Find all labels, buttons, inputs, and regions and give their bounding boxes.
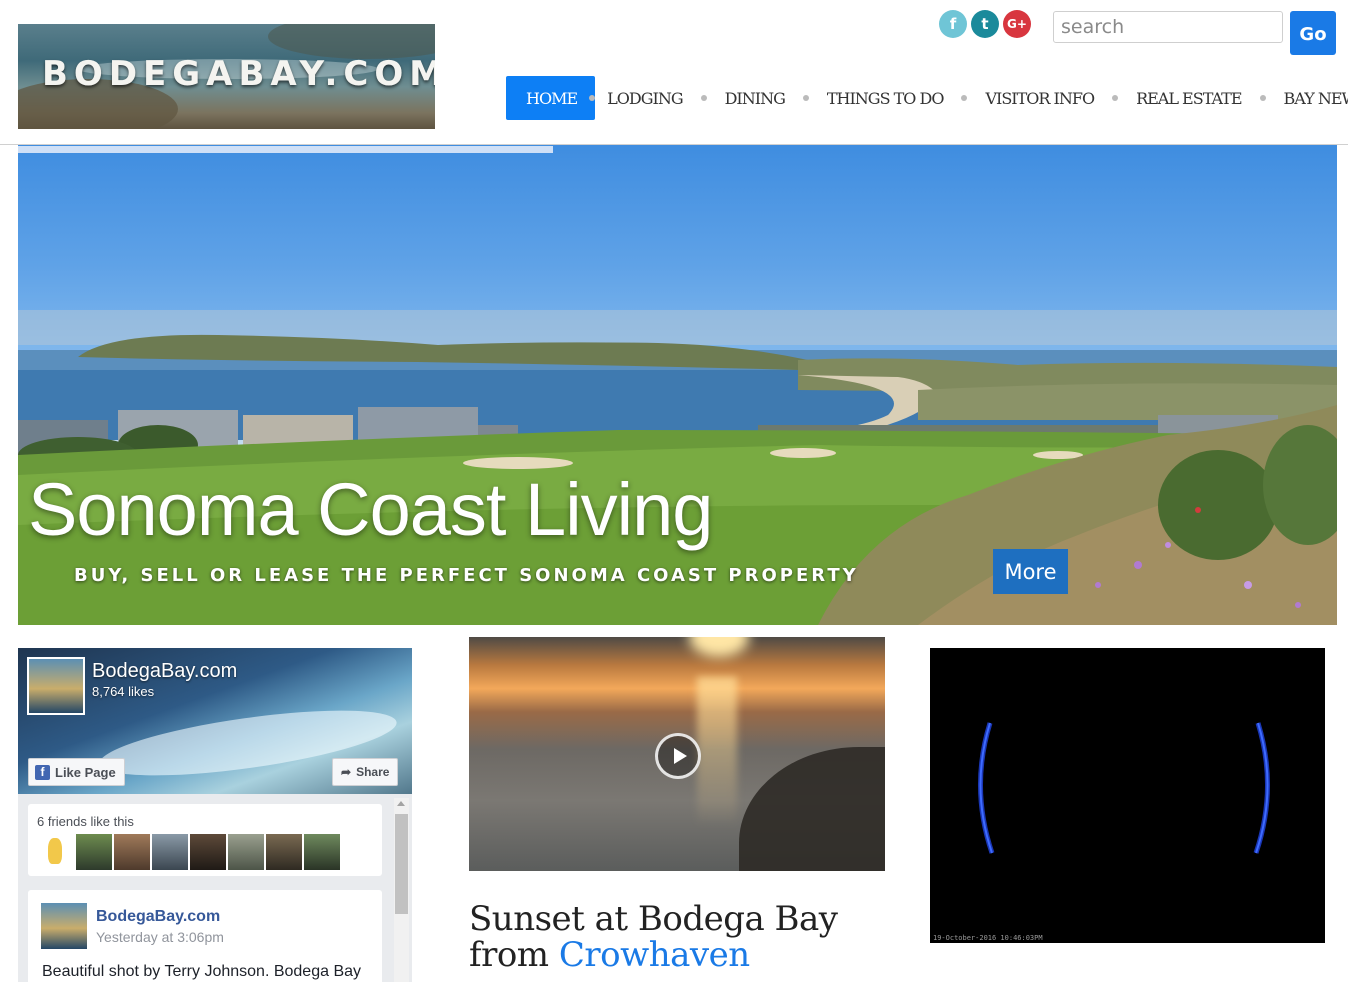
nav-dining[interactable]: DINING xyxy=(713,76,797,120)
facebook-like-count: 8,764 likes xyxy=(92,684,155,699)
post-timestamp[interactable]: Yesterday at 3:06pm xyxy=(96,929,224,945)
search-go-button[interactable]: Go xyxy=(1290,11,1336,55)
facebook-page-name[interactable]: BodegaBay.com xyxy=(92,660,237,683)
nav-real-estate[interactable]: REAL ESTATE xyxy=(1124,76,1253,120)
post-text: Beautiful shot by Terry Johnson. Bodega … xyxy=(42,963,362,980)
share-arrow-icon: ➦ xyxy=(341,765,352,779)
facebook-icon: f xyxy=(35,764,50,780)
friend-avatar[interactable] xyxy=(266,834,302,870)
nav-separator xyxy=(1259,95,1266,101)
nav-separator xyxy=(1112,95,1119,101)
share-label: Share xyxy=(356,765,390,779)
video-cliff xyxy=(739,747,885,871)
nav-separator xyxy=(961,95,968,101)
search-input[interactable] xyxy=(1053,11,1283,43)
facebook-friends-box: 6 friends like this xyxy=(28,804,382,876)
nav-bay-news[interactable]: BAY NEWS xyxy=(1272,76,1348,120)
facebook-icon[interactable]: f xyxy=(939,10,967,38)
nav-things-to-do[interactable]: THINGS TO DO xyxy=(815,76,956,120)
facebook-page-avatar[interactable] xyxy=(27,657,85,715)
post-author-name[interactable]: BodegaBay.com xyxy=(96,908,220,926)
friend-avatar[interactable] xyxy=(228,834,264,870)
facebook-post: BodegaBay.com Yesterday at 3:06pm Beauti… xyxy=(28,890,382,982)
twitter-icon[interactable]: t xyxy=(971,10,999,38)
social-links: f t G+ xyxy=(939,10,1031,38)
friend-avatars xyxy=(38,834,340,870)
crowhaven-link[interactable]: Crowhaven xyxy=(559,935,750,975)
facebook-cover-photo[interactable]: BodegaBay.com 8,764 likes f Like Page ➦ … xyxy=(18,648,412,794)
nav-visitor-info[interactable]: VISITOR INFO xyxy=(973,76,1106,120)
nav-separator xyxy=(700,95,707,101)
nav-lodging[interactable]: LODGING xyxy=(595,76,694,120)
sunset-video[interactable] xyxy=(469,637,885,871)
hero-slider: Sonoma Coast Living BUY, SELL OR LEASE T… xyxy=(18,145,1337,625)
nav-separator xyxy=(802,95,809,101)
friend-avatar[interactable] xyxy=(38,834,74,870)
like-page-label: Like Page xyxy=(55,764,116,780)
facebook-page-widget: BodegaBay.com 8,764 likes f Like Page ➦ … xyxy=(18,648,412,982)
webcam-timestamp: 19-October-2016 10:46:03PM xyxy=(933,934,1043,942)
video-post-snippet xyxy=(469,974,889,982)
scroll-up-icon[interactable] xyxy=(397,801,405,806)
video-sun xyxy=(689,637,749,657)
video-post-title[interactable]: Sunset at Bodega Bay from Crowhaven xyxy=(469,901,889,973)
play-icon[interactable] xyxy=(655,733,701,779)
main-nav: HOME LODGING DINING THINGS TO DO VISITOR… xyxy=(506,76,1348,120)
scroll-thumb[interactable] xyxy=(395,814,408,914)
friend-avatar[interactable] xyxy=(114,834,150,870)
friend-avatar[interactable] xyxy=(190,834,226,870)
facebook-scrollbar[interactable] xyxy=(394,798,409,982)
post-author-avatar[interactable] xyxy=(41,903,87,949)
site-logo[interactable]: BODEGABAY.COM xyxy=(18,24,435,129)
hero-landscape-image xyxy=(18,310,1337,625)
bay-webcam-image[interactable]: 19-October-2016 10:46:03PM xyxy=(930,648,1325,943)
friend-avatar[interactable] xyxy=(76,834,112,870)
video-sun-reflection xyxy=(697,677,737,827)
nav-home[interactable]: HOME xyxy=(506,76,596,120)
facebook-like-page-button[interactable]: f Like Page xyxy=(28,758,125,786)
hero-title: Sonoma Coast Living xyxy=(28,468,713,551)
friend-avatar[interactable] xyxy=(152,834,188,870)
logo-text: BODEGABAY.COM xyxy=(42,54,435,94)
friends-like-text: 6 friends like this xyxy=(37,814,134,829)
webcam-night-view xyxy=(978,722,1270,854)
hero-subtitle: BUY, SELL OR LEASE THE PERFECT SONOMA CO… xyxy=(74,565,859,586)
facebook-share-button[interactable]: ➦ Share xyxy=(332,758,399,786)
friend-avatar[interactable] xyxy=(304,834,340,870)
google-plus-icon[interactable]: G+ xyxy=(1003,10,1031,38)
slider-progress-bar xyxy=(18,146,553,153)
hero-more-button[interactable]: More xyxy=(993,549,1068,594)
